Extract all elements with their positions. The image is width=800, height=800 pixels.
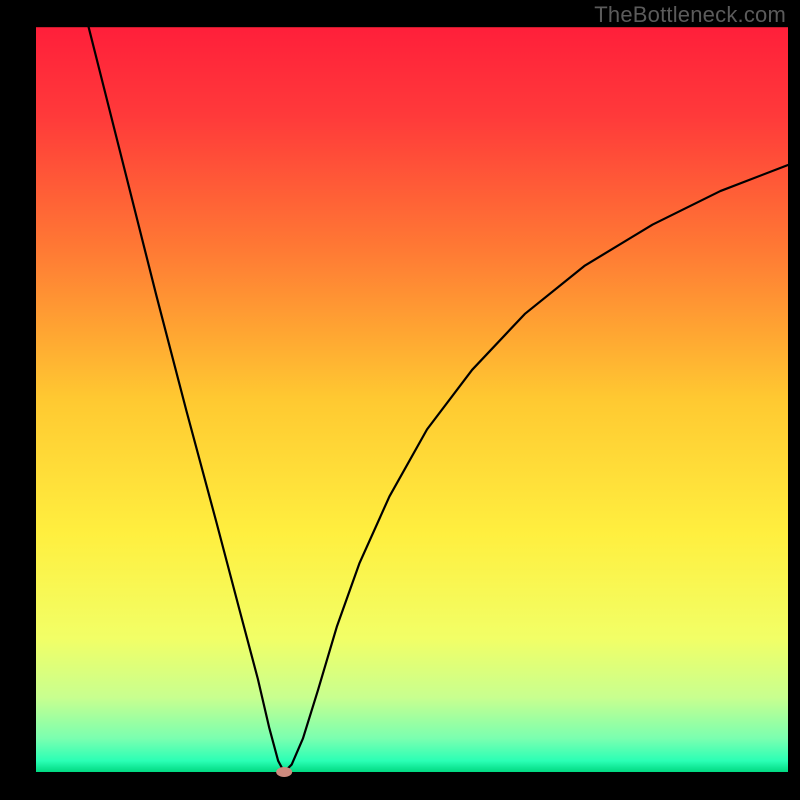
minimum-marker [276,767,292,777]
bottleneck-chart [0,0,800,800]
watermark: TheBottleneck.com [594,2,786,28]
plot-background [36,27,788,772]
chart-container: TheBottleneck.com [0,0,800,800]
